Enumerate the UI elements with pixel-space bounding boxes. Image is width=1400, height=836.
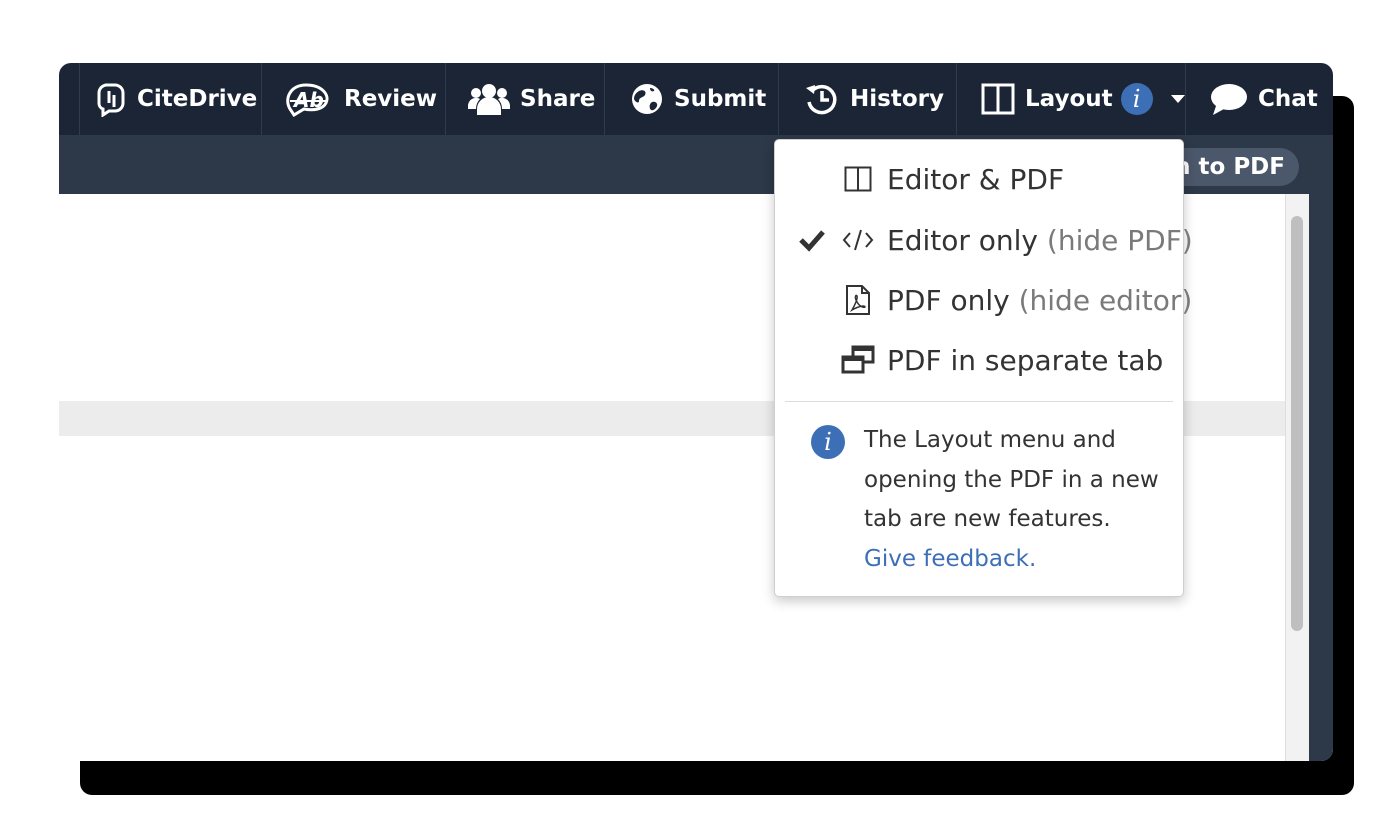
toolbar-separator: [1185, 63, 1186, 135]
toolbar-separator: [778, 63, 779, 135]
new-feature-note: The Layout menu and opening the PDF in a…: [864, 421, 1164, 579]
menu-item-label: Editor & PDF: [887, 162, 1065, 196]
new-feature-info-icon: i: [1120, 83, 1153, 115]
layout-button[interactable]: Layout i: [981, 63, 1185, 135]
citedrive-icon: [97, 81, 127, 117]
pdf-file-icon: [841, 283, 875, 317]
menu-item-hint: (hide PDF): [1046, 223, 1193, 257]
menu-item-editor-only[interactable]: Editor only (hide PDF): [775, 210, 1193, 270]
users-icon: [468, 81, 510, 117]
toolbar-separator: [445, 63, 446, 135]
review-label: Review: [344, 86, 438, 112]
menu-item-pdf-separate-tab[interactable]: PDF in separate tab: [775, 330, 1183, 390]
chat-icon: [1210, 82, 1248, 116]
history-icon: [804, 82, 840, 116]
menu-divider: [785, 401, 1173, 402]
review-button[interactable]: Ab Review: [284, 63, 437, 135]
checkmark-icon: [799, 227, 825, 253]
toolbar-separator: [604, 63, 605, 135]
chevron-down-icon: [1170, 95, 1185, 103]
right-panel-edge: [1309, 194, 1333, 761]
history-label: History: [850, 86, 944, 112]
share-button[interactable]: Share: [468, 63, 595, 135]
toolbar-separator: [261, 63, 262, 135]
submit-label: Submit: [674, 86, 767, 112]
toolbar-separator: [79, 63, 80, 135]
menu-item-label: PDF in separate tab: [887, 343, 1164, 377]
scrollbar-thumb[interactable]: [1291, 216, 1303, 631]
menu-item-label: PDF only: [887, 283, 1010, 317]
history-button[interactable]: History: [804, 63, 944, 135]
new-window-icon: [841, 343, 875, 377]
toolbar-separator: [956, 63, 957, 135]
share-label: Share: [520, 86, 596, 112]
columns-icon: [981, 83, 1015, 115]
menu-item-pdf-only[interactable]: PDF only (hide editor): [775, 270, 1192, 330]
globe-icon: [630, 82, 664, 116]
code-icon: [841, 223, 875, 257]
menu-item-hint: (hide editor): [1018, 283, 1193, 317]
citedrive-button[interactable]: CiteDrive: [97, 63, 257, 135]
note-text: The Layout menu and opening the PDF in a…: [864, 427, 1159, 532]
split-view-icon: [841, 162, 875, 196]
layout-label: Layout: [1025, 86, 1113, 112]
info-icon: i: [811, 425, 845, 459]
chat-label: Chat: [1258, 86, 1318, 112]
menu-item-editor-and-pdf[interactable]: Editor & PDF: [775, 149, 1183, 209]
switch-to-pdf-label: h to PDF: [1174, 154, 1285, 180]
chat-button[interactable]: Chat: [1210, 63, 1318, 135]
toolbar: CiteDrive Ab Review Share Submit History…: [59, 63, 1333, 135]
menu-item-label: Editor only: [887, 223, 1038, 257]
give-feedback-link[interactable]: Give feedback.: [864, 546, 1036, 572]
review-icon: Ab: [284, 81, 334, 117]
layout-dropdown-menu: Editor & PDF Editor only (hide PDF) PDF …: [774, 139, 1193, 597]
submit-button[interactable]: Submit: [630, 63, 766, 135]
citedrive-label: CiteDrive: [137, 86, 258, 112]
